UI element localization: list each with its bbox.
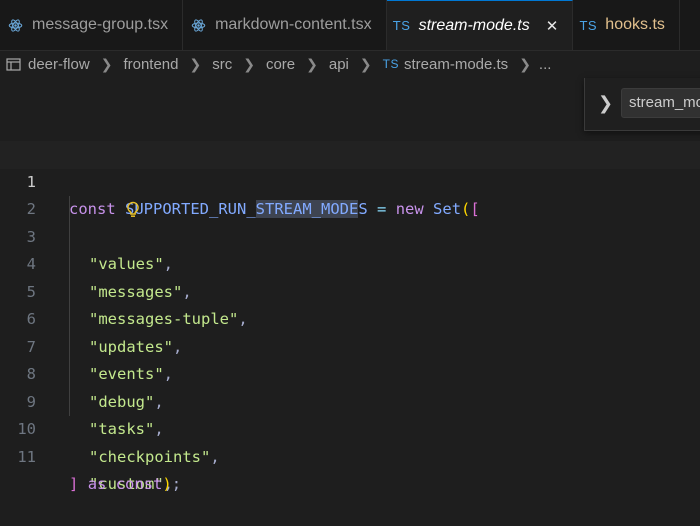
tab-label: markdown-content.tsx <box>215 16 372 33</box>
code-line: 5 "updates", <box>0 251 700 356</box>
tab-label: message-group.tsx <box>32 16 169 33</box>
string-literal: "checkpoints" <box>89 447 211 466</box>
indent-guide <box>69 306 70 334</box>
find-input[interactable]: stream_mode <box>621 88 700 118</box>
semicolon: ; <box>171 475 182 493</box>
code-line: 7 "debug", <box>0 306 700 411</box>
indent-guide <box>69 278 70 306</box>
keyword: const <box>115 475 163 493</box>
breadcrumb: deer-flow ❯ frontend ❯ src ❯ core ❯ api … <box>0 50 700 78</box>
tab-label: hooks.ts <box>605 16 665 33</box>
tab-message-group[interactable]: message-group.tsx <box>0 0 184 50</box>
breadcrumb-item-api[interactable]: api <box>329 56 349 73</box>
indent-guide <box>69 196 70 224</box>
comma: , <box>210 447 220 466</box>
tab-markdown-content[interactable]: markdown-content.tsx <box>183 0 387 50</box>
code-line: 1 const SUPPORTED_RUN_STREAM_MODES = new… <box>0 141 700 218</box>
chevron-right-icon[interactable]: ❯ <box>598 93 613 114</box>
line-number: 11 <box>17 447 36 466</box>
chevron-right-icon: ❯ <box>100 55 113 72</box>
code-line: 2 "values", <box>0 169 700 273</box>
code-line: 8 "tasks", <box>0 333 700 438</box>
chevron-right-icon: ❯ <box>306 55 318 72</box>
indent-guide <box>69 333 70 361</box>
bracket: ] <box>69 475 79 493</box>
chevron-right-icon: ❯ <box>359 55 372 72</box>
folder-icon <box>6 57 21 71</box>
code-line: 10 "custom", <box>0 388 700 493</box>
code-line: 9 "checkpoints", <box>0 361 700 466</box>
react-icon <box>189 18 207 33</box>
paren: ) <box>162 475 172 493</box>
ts-icon: TS <box>392 18 411 33</box>
code-line: 6 "events", <box>0 278 700 383</box>
breadcrumb-item-deer-flow[interactable]: deer-flow <box>28 56 90 73</box>
tab-stream-mode[interactable]: TS stream-mode.ts ✕ <box>386 0 574 50</box>
indent-guide <box>69 388 70 416</box>
code-line: 11 ] as const); <box>0 416 700 494</box>
breadcrumb-item-src[interactable]: src <box>212 56 232 73</box>
breadcrumb-item-file[interactable]: stream-mode.ts <box>404 56 508 73</box>
code-editor[interactable]: 1 const SUPPORTED_RUN_STREAM_MODES = new… <box>0 141 700 494</box>
code-content: "checkpoints", <box>89 444 220 472</box>
indent-guide <box>69 223 70 251</box>
close-icon[interactable]: ✕ <box>546 17 559 35</box>
editor-tab-bar: message-group.tsx markdown-content.tsx T… <box>0 0 700 51</box>
react-icon <box>6 18 24 33</box>
code-line: 3 "messages", <box>0 196 700 301</box>
breadcrumb-item-frontend[interactable]: frontend <box>123 56 178 73</box>
chevron-right-icon: ❯ <box>519 55 531 72</box>
ts-icon: TS <box>382 57 399 71</box>
indent-guide <box>69 251 70 279</box>
keyword: as <box>87 475 107 493</box>
chevron-right-icon: ❯ <box>243 55 255 72</box>
code-line: 4 "messages-tuple", <box>0 223 700 328</box>
find-widget: ❯ stream_mode <box>584 78 700 131</box>
code-content: ] as const); <box>69 471 181 499</box>
breadcrumb-item-core[interactable]: core <box>266 56 295 73</box>
breadcrumb-ellipsis[interactable]: ... <box>539 56 552 73</box>
indent-guide <box>69 361 70 389</box>
tab-hooks[interactable]: TS hooks.ts <box>573 0 680 50</box>
tab-label: stream-mode.ts <box>418 16 530 34</box>
ts-icon: TS <box>579 17 598 33</box>
chevron-right-icon: ❯ <box>189 55 202 72</box>
